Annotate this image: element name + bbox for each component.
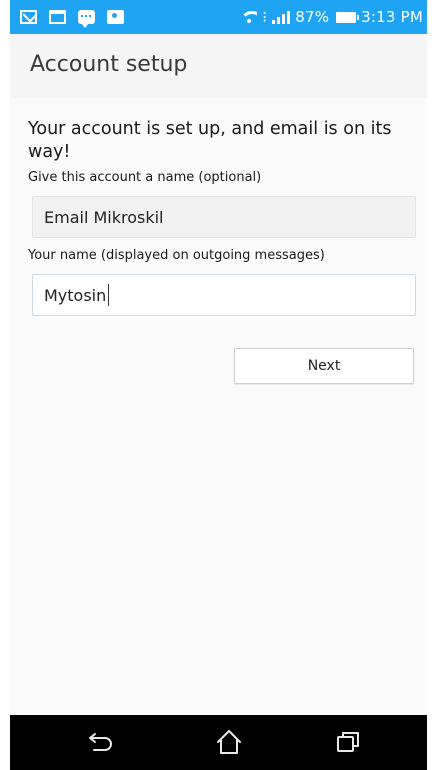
back-button[interactable] — [82, 725, 122, 759]
back-icon — [89, 733, 112, 751]
next-button[interactable]: Next — [234, 348, 414, 384]
status-indicators: ⁝ 87% 3:13 PM — [241, 8, 423, 26]
account-setup-form: Your account is set up, and email is on … — [10, 98, 427, 715]
chat-icon — [78, 10, 95, 28]
your-name-field[interactable]: Mytosin — [32, 274, 416, 316]
page-title: Account setup — [30, 52, 188, 77]
setup-complete-message: Your account is set up, and email is on … — [28, 119, 392, 162]
photo-icon — [107, 10, 124, 24]
account-name-field[interactable]: Email Mikroskil — [32, 196, 416, 238]
clock: 3:13 PM — [361, 8, 423, 26]
battery-icon — [336, 11, 360, 23]
title-bar: Account setup — [10, 34, 427, 98]
account-name-label: Give this account a name (optional) — [28, 170, 262, 185]
mail-icon — [20, 10, 37, 24]
home-icon — [217, 730, 241, 754]
wifi-icon — [241, 10, 258, 24]
recent-apps-button[interactable] — [328, 725, 368, 759]
your-name-label: Your name (displayed on outgoing message… — [28, 248, 325, 263]
account-name-value: Email Mikroskil — [44, 207, 164, 227]
calendar-icon — [49, 10, 66, 24]
battery-percent: 87% — [295, 8, 330, 26]
navigation-bar — [10, 715, 427, 770]
recent-apps-icon — [337, 732, 359, 752]
home-button[interactable] — [209, 725, 249, 759]
your-name-value: Mytosin — [44, 285, 107, 305]
signal-icon — [272, 10, 291, 24]
status-bar: ⁝ 87% 3:13 PM — [10, 0, 427, 34]
notification-icons — [20, 10, 124, 28]
data-activity-icon: ⁝ — [262, 8, 268, 26]
text-cursor — [108, 284, 110, 306]
